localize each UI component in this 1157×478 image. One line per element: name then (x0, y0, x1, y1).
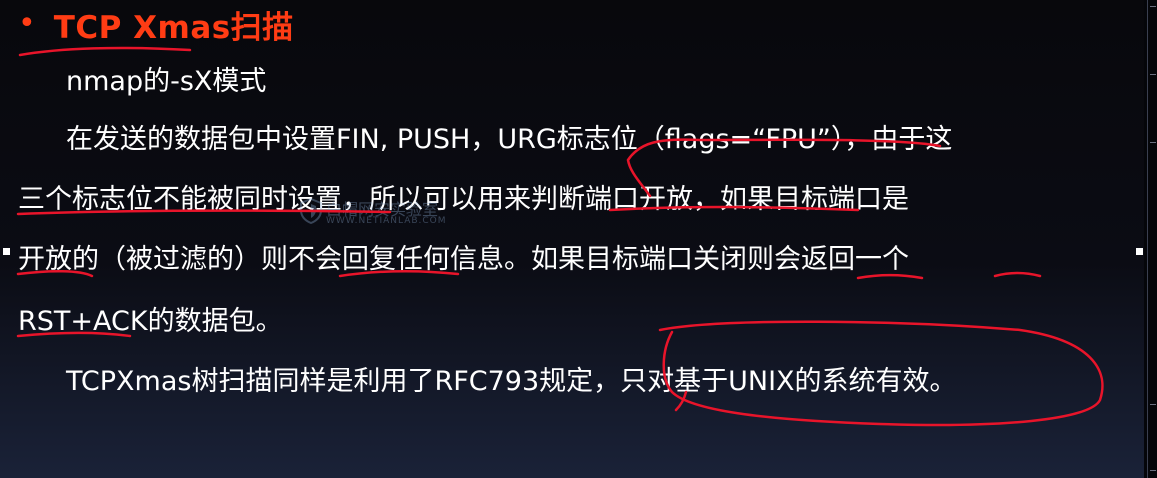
scrollbar-tick (1150, 470, 1156, 471)
scrollbar-tick (1150, 142, 1156, 143)
bullet-icon: • (18, 6, 36, 41)
body-line-2: 在发送的数据包中设置FIN, PUSH，URG标志位（flags=“FPU”），… (66, 124, 953, 155)
scrollbar-tick (1150, 6, 1156, 7)
underline-title (18, 46, 192, 57)
scrollbar-tick (1150, 74, 1156, 75)
scrollbar-track-line (1147, 0, 1148, 478)
watermark-subtext: WWW.NETIANLAB.COM (326, 216, 447, 226)
body-line-4: 开放的（被过滤的）则不会回复任何信息。如果目标端口关闭则会返回一个 (18, 244, 909, 275)
slide-title: TCP Xmas扫描 (53, 9, 294, 46)
body-line-5: RST+ACK的数据包。 (18, 306, 283, 337)
watermark: 白帽网安实验室 WWW.NETIANLAB.COM (300, 196, 460, 232)
body-line-1: nmap的-sX模式 (66, 66, 267, 97)
right-scrollbar[interactable] (1144, 0, 1157, 478)
resize-handle-left[interactable] (3, 248, 10, 255)
scrollbar-tick (1150, 404, 1156, 405)
resize-handle-right[interactable] (1136, 248, 1143, 255)
slide: • TCP Xmas扫描 nmap的-sX模式 在发送的数据包中设置FIN, P… (0, 0, 1157, 478)
body-line-3: 三个标志位不能被同时设置，所以可以用来判断端口开放，如果目标端口是 (18, 184, 909, 215)
underline-line4-d (993, 271, 1042, 278)
title-row: • TCP Xmas扫描 (18, 0, 294, 48)
shield-icon (300, 198, 322, 224)
body-line-6: TCPXmas树扫描同样是利用了RFC793规定，只对基于UNIX的系统有效。 (66, 366, 957, 397)
